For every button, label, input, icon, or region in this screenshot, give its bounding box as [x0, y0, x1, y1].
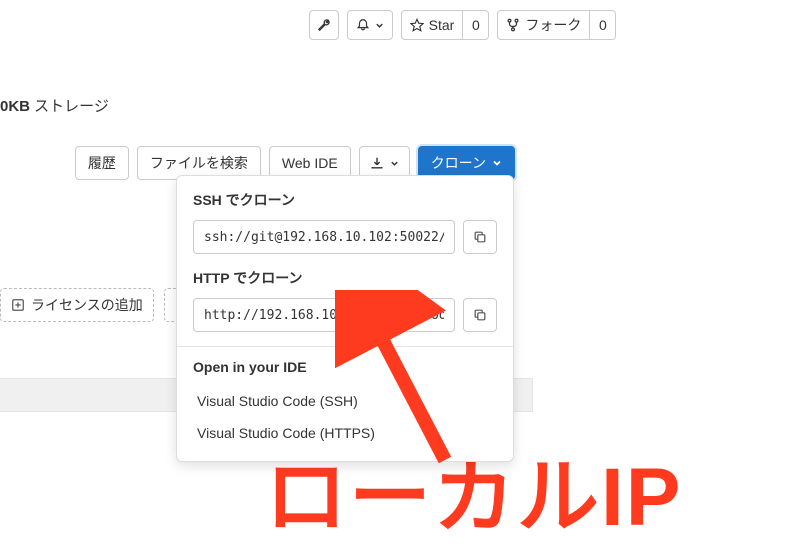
http-clone-title: HTTP でクローン	[193, 268, 497, 288]
storage-row: 0KB ストレージ	[0, 50, 795, 116]
ssh-clone-field	[193, 220, 497, 254]
star-button[interactable]: Star	[401, 10, 464, 40]
star-icon	[410, 18, 424, 32]
star-count: 0	[463, 10, 489, 40]
fork-count: 0	[590, 10, 616, 40]
star-label: Star	[429, 17, 455, 33]
storage-size: 0KB	[0, 98, 30, 115]
clone-dropdown: SSH でクローン HTTP でクローン Open in your IDE Vi…	[176, 175, 514, 462]
ssh-url-input[interactable]	[193, 220, 455, 254]
copy-icon	[473, 230, 487, 244]
ssh-clone-title: SSH でクローン	[193, 190, 497, 210]
plus-box-icon	[11, 298, 25, 312]
history-button[interactable]: 履歴	[75, 146, 129, 180]
chevron-down-icon	[390, 159, 399, 168]
open-ide-title: Open in your IDE	[193, 359, 497, 375]
bell-icon	[356, 18, 370, 32]
chevron-down-icon	[492, 158, 502, 168]
copy-ssh-button[interactable]	[463, 220, 497, 254]
admin-settings-button[interactable]	[309, 10, 339, 40]
add-license-button[interactable]: ライセンスの追加	[0, 288, 154, 322]
web-ide-label: Web IDE	[282, 155, 338, 171]
fork-group: フォーク 0	[497, 10, 616, 40]
download-icon	[370, 156, 384, 170]
chevron-down-icon	[375, 21, 384, 30]
copy-icon	[473, 308, 487, 322]
add-buttons-row: ライセンスの追加	[0, 288, 186, 322]
wrench-icon	[317, 18, 331, 32]
ide-item-vscode-ssh[interactable]: Visual Studio Code (SSH)	[193, 385, 497, 417]
http-clone-field	[193, 298, 497, 332]
fork-button[interactable]: フォーク	[497, 10, 590, 40]
http-url-input[interactable]	[193, 298, 455, 332]
repo-top-toolbar: Star 0 フォーク 0	[130, 0, 795, 50]
notifications-button[interactable]	[347, 10, 393, 40]
fork-label: フォーク	[525, 15, 581, 35]
copy-http-button[interactable]	[463, 298, 497, 332]
repo-action-row: 履歴 ファイルを検索 Web IDE クローン	[0, 116, 795, 180]
storage-label: ストレージ	[30, 98, 109, 115]
find-file-label: ファイルを検索	[150, 153, 248, 173]
add-license-label: ライセンスの追加	[31, 295, 143, 315]
history-label: 履歴	[88, 153, 116, 173]
clone-label: クローン	[431, 153, 486, 173]
fork-icon	[506, 18, 520, 32]
ide-item-vscode-https[interactable]: Visual Studio Code (HTTPS)	[193, 417, 497, 449]
star-group: Star 0	[401, 10, 490, 40]
dropdown-separator	[177, 346, 513, 347]
